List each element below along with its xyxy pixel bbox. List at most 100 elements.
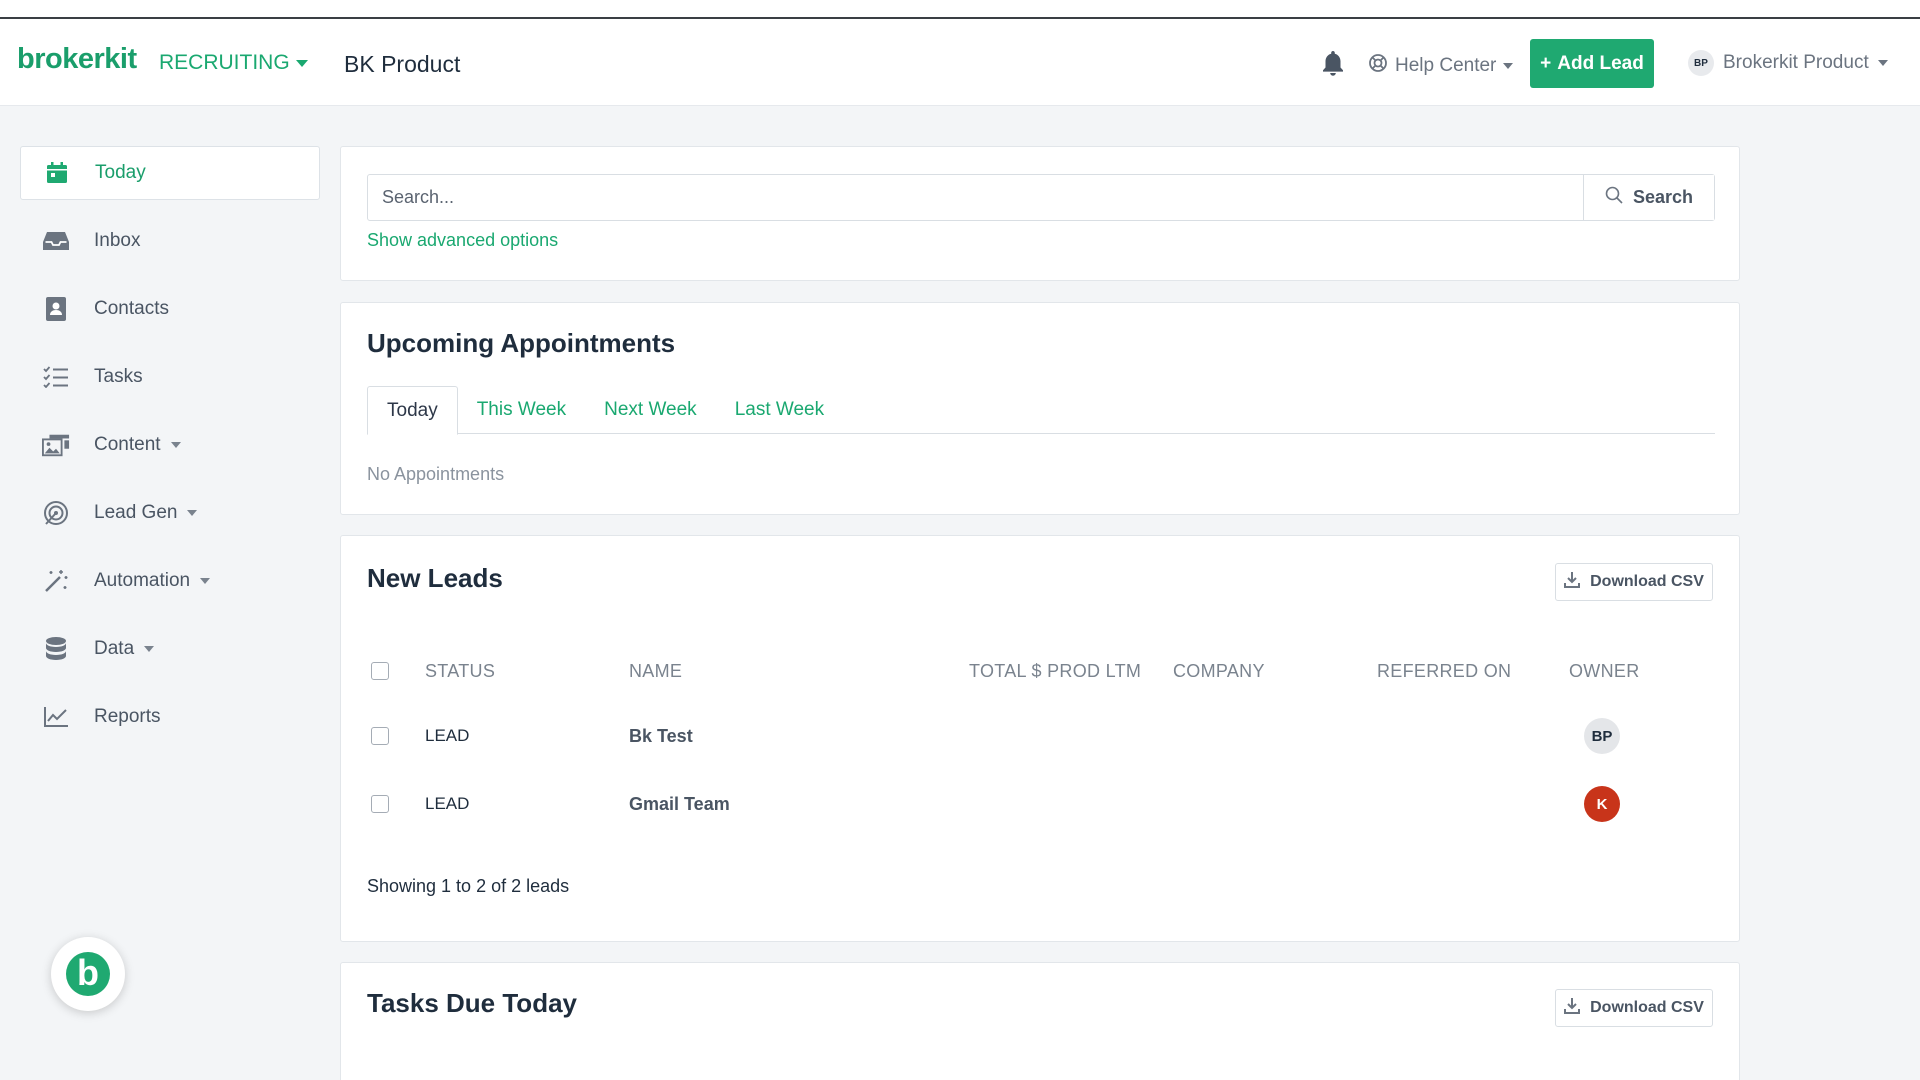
- plus-icon: +: [1540, 52, 1552, 74]
- tasks-icon: [42, 363, 70, 391]
- download-csv-label: Download CSV: [1590, 573, 1704, 590]
- sidebar-item-label: Contacts: [94, 298, 169, 319]
- inbox-icon: [42, 227, 70, 255]
- user-menu[interactable]: BP Brokerkit Product: [1688, 50, 1888, 76]
- download-icon: [1564, 571, 1581, 593]
- new-leads-card: New Leads Download CSV STATUS NAME TOTAL…: [340, 535, 1740, 942]
- download-csv-button[interactable]: Download CSV: [1555, 989, 1713, 1027]
- column-header-referred-on[interactable]: REFERRED ON: [1377, 648, 1511, 694]
- chevron-down-icon: [187, 510, 198, 516]
- sidebar-item-label: Automation: [94, 570, 191, 591]
- sidebar-item-reports[interactable]: Reports: [20, 690, 320, 744]
- sidebar-item-label: Today: [95, 162, 146, 183]
- search-input[interactable]: [368, 175, 1583, 220]
- chevron-down-icon: [144, 646, 155, 652]
- select-all-cell: [371, 648, 389, 694]
- appointments-title: Upcoming Appointments: [367, 328, 676, 358]
- search-bar: Search: [367, 174, 1715, 221]
- owner-avatar[interactable]: K: [1584, 786, 1620, 822]
- table-row[interactable]: LEAD Gmail Team K: [367, 770, 1715, 838]
- column-header-company[interactable]: COMPANY: [1173, 648, 1265, 694]
- column-header-status[interactable]: STATUS: [425, 648, 495, 694]
- search-icon: [1605, 186, 1623, 209]
- lead-name-link[interactable]: Gmail Team: [629, 770, 730, 838]
- app-switcher-label: RECRUITING: [159, 51, 290, 74]
- sidebar-item-label: Content: [94, 434, 161, 455]
- owner-avatar[interactable]: BP: [1584, 718, 1620, 754]
- sidebar-item-contacts[interactable]: Contacts: [20, 282, 320, 336]
- show-advanced-options-link[interactable]: Show advanced options: [367, 230, 558, 251]
- tasks-due-today-title: Tasks Due Today: [367, 988, 577, 1018]
- row-select-cell: [371, 702, 389, 770]
- tasks-due-today-card: Tasks Due Today Download CSV: [340, 962, 1740, 1080]
- help-center-label: Help Center: [1395, 55, 1497, 76]
- appointments-tabs: Today This Week Next Week Last Week: [367, 386, 1715, 435]
- contacts-icon: [42, 295, 70, 323]
- target-icon: [42, 499, 70, 527]
- brokerkit-help-launcher[interactable]: b: [51, 937, 125, 1011]
- sidebar-item-today[interactable]: Today: [20, 146, 320, 200]
- chevron-down-icon: [1877, 60, 1888, 66]
- row-checkbox[interactable]: [371, 727, 389, 745]
- search-button[interactable]: Search: [1583, 175, 1714, 220]
- lead-status: LEAD: [425, 794, 470, 813]
- chevron-down-icon: [295, 59, 308, 67]
- content-icon: [42, 431, 70, 459]
- tab-next-week[interactable]: Next Week: [585, 386, 716, 434]
- user-name: Brokerkit Product: [1723, 52, 1869, 73]
- search-button-label: Search: [1632, 187, 1694, 207]
- chevron-down-icon: [170, 442, 181, 448]
- upcoming-appointments-card: Upcoming Appointments Today This Week Ne…: [340, 302, 1740, 515]
- top-header: brokerkit RECRUITING BK Product Help Cen…: [0, 19, 1920, 106]
- table-row[interactable]: LEAD Bk Test BP: [367, 702, 1715, 770]
- column-header-owner[interactable]: OWNER: [1569, 648, 1640, 694]
- search-card: Search Show advanced options: [340, 146, 1740, 281]
- lead-status: LEAD: [425, 726, 470, 745]
- new-leads-table: STATUS NAME TOTAL $ PROD LTM COMPANY REF…: [367, 648, 1715, 838]
- row-checkbox[interactable]: [371, 795, 389, 813]
- sidebar-item-label: Inbox: [94, 230, 141, 251]
- owner-cell: K: [1584, 770, 1620, 838]
- tab-last-week[interactable]: Last Week: [716, 386, 843, 434]
- chevron-down-icon: [1503, 63, 1514, 69]
- notifications-bell-icon[interactable]: [1320, 49, 1346, 77]
- calendar-icon: [43, 159, 71, 187]
- chevron-down-icon: [200, 578, 211, 584]
- no-appointments-text: No Appointments: [367, 464, 505, 484]
- page-title: BK Product: [344, 51, 461, 77]
- column-header-total-prod[interactable]: TOTAL $ PROD LTM: [969, 648, 1141, 694]
- row-select-cell: [371, 770, 389, 838]
- app-switcher[interactable]: RECRUITING: [159, 51, 308, 75]
- add-lead-label: Add Lead: [1557, 52, 1644, 74]
- tab-today[interactable]: Today: [367, 386, 458, 435]
- magic-wand-icon: [42, 567, 70, 595]
- sidebar-item-inbox[interactable]: Inbox: [20, 214, 320, 268]
- download-icon: [1564, 997, 1581, 1019]
- select-all-checkbox[interactable]: [371, 662, 389, 680]
- sidebar-item-label: Data: [94, 638, 135, 659]
- sidebar-item-tasks[interactable]: Tasks: [20, 350, 320, 404]
- owner-cell: BP: [1584, 702, 1620, 770]
- table-header-row: STATUS NAME TOTAL $ PROD LTM COMPANY REF…: [367, 648, 1715, 694]
- sidebar-item-content[interactable]: Content: [20, 418, 320, 472]
- download-csv-label: Download CSV: [1590, 999, 1704, 1016]
- download-csv-button[interactable]: Download CSV: [1555, 563, 1713, 601]
- sidebar-item-label: Reports: [94, 706, 161, 727]
- sidebar-item-label: Tasks: [94, 366, 143, 387]
- chart-icon: [42, 703, 70, 731]
- sidebar-item-automation[interactable]: Automation: [20, 554, 320, 608]
- lifebuoy-icon: [1368, 53, 1388, 79]
- sidebar-item-data[interactable]: Data: [20, 622, 320, 676]
- new-leads-title: New Leads: [367, 563, 503, 593]
- sidebar-item-lead-gen[interactable]: Lead Gen: [20, 486, 320, 540]
- brand-logo[interactable]: brokerkit: [17, 43, 137, 76]
- leads-pagination-summary: Showing 1 to 2 of 2 leads: [367, 876, 570, 896]
- sidebar-item-label: Lead Gen: [94, 502, 178, 523]
- tab-this-week[interactable]: This Week: [458, 386, 585, 434]
- sidebar-nav: Today Inbox Contacts Tasks Content Lead …: [20, 146, 320, 758]
- lead-name-link[interactable]: Bk Test: [629, 702, 693, 770]
- column-header-name[interactable]: NAME: [629, 648, 682, 694]
- help-center-menu[interactable]: Help Center: [1368, 53, 1514, 79]
- add-lead-button[interactable]: + Add Lead: [1530, 39, 1654, 88]
- database-icon: [42, 635, 70, 663]
